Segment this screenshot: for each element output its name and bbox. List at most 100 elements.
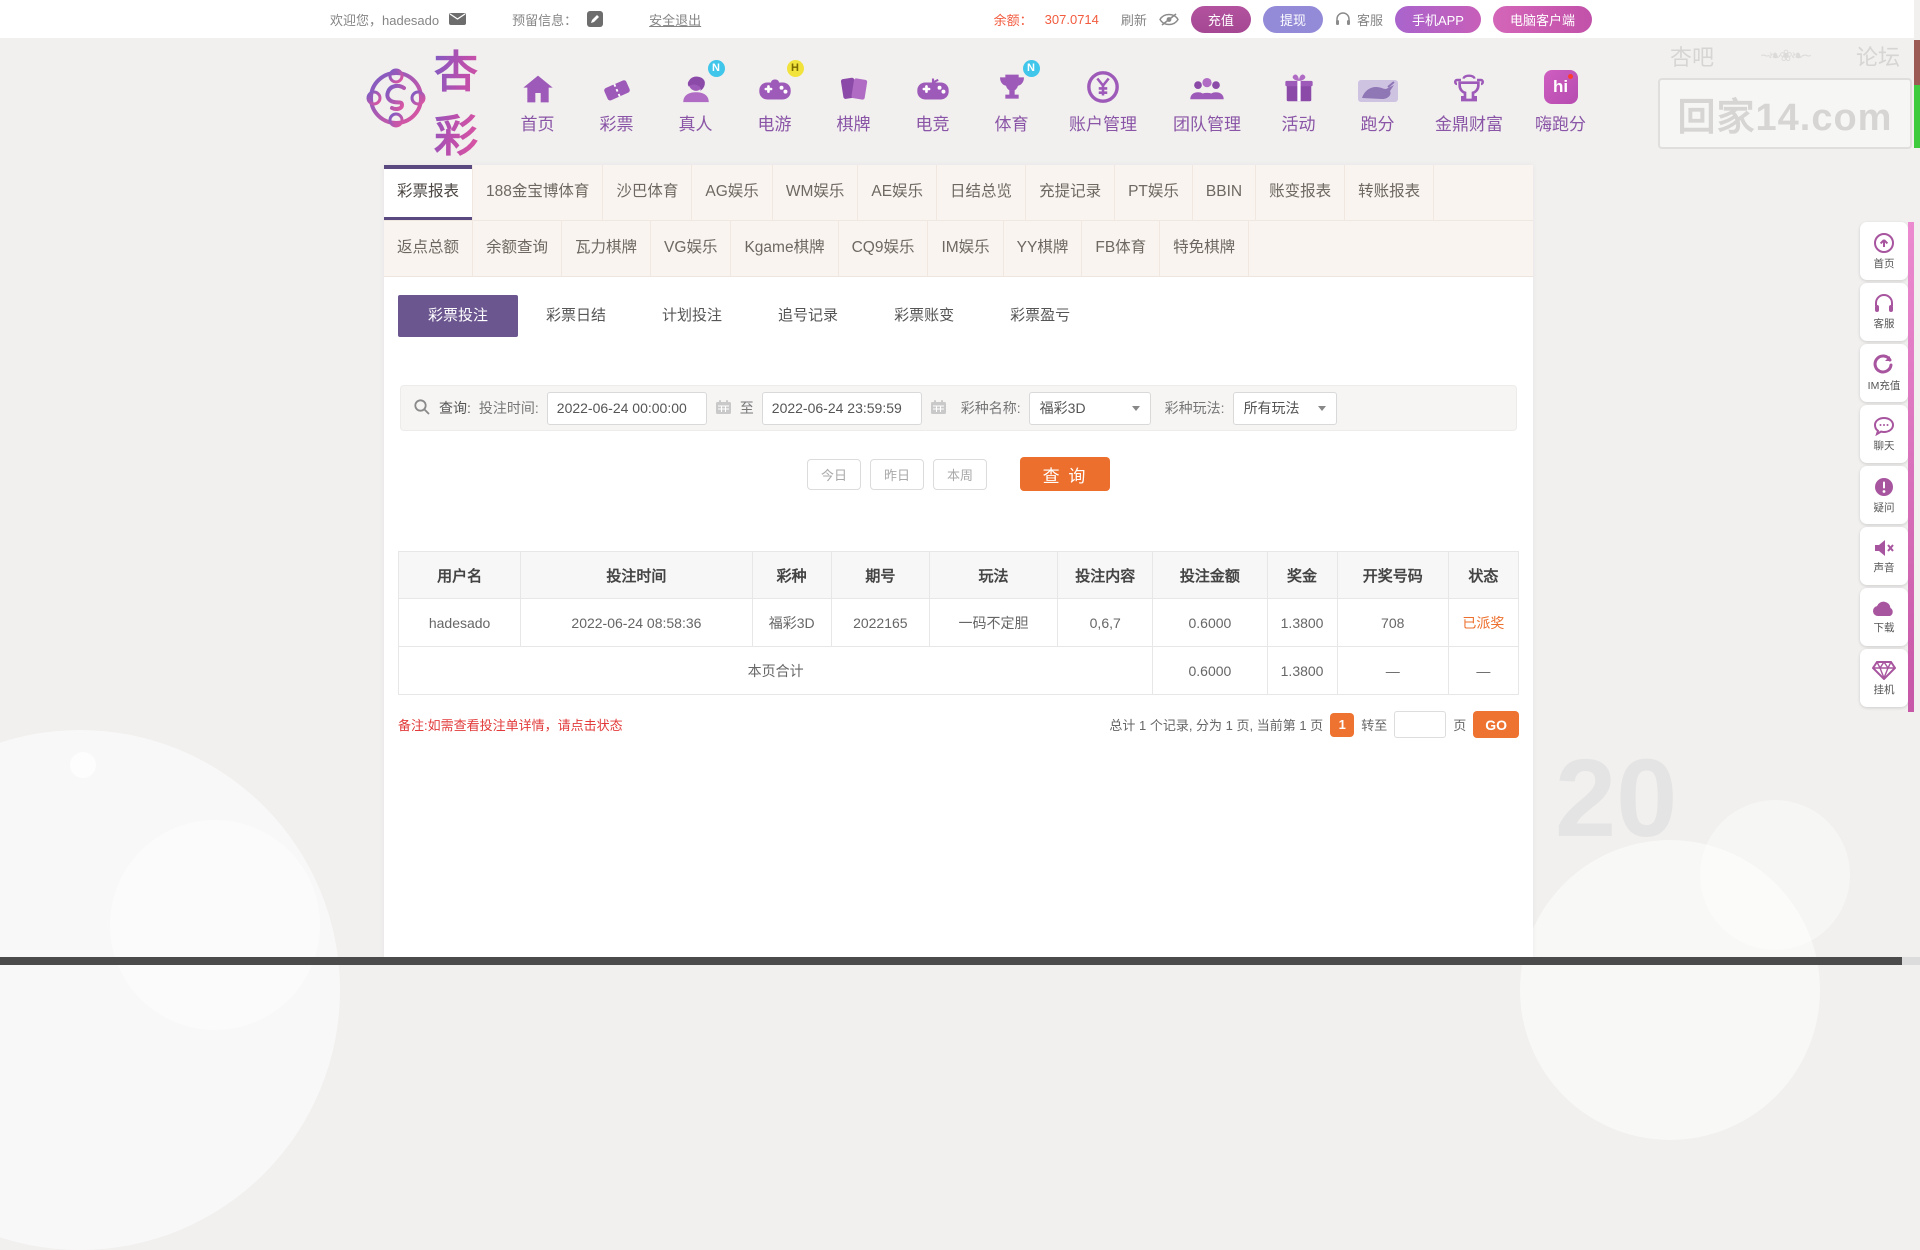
- tab-ae[interactable]: AE娱乐: [858, 165, 937, 220]
- calendar-icon[interactable]: [715, 399, 732, 418]
- table-row: hadesado 2022-06-24 08:58:36 福彩3D 202216…: [399, 599, 1519, 647]
- subtab-lottery-daily[interactable]: 彩票日结: [518, 295, 634, 337]
- go-button[interactable]: GO: [1473, 711, 1519, 738]
- side-download[interactable]: 下载: [1860, 588, 1908, 646]
- nav-item-activity[interactable]: 活动: [1259, 66, 1338, 135]
- this-week-button[interactable]: 本周: [933, 459, 987, 490]
- query-button[interactable]: 查 询: [1020, 457, 1110, 491]
- tab-wm[interactable]: WM娱乐: [773, 165, 859, 220]
- nav-item-hi-paofen[interactable]: hi 嗨跑分: [1521, 66, 1600, 135]
- site-logo[interactable]: 杏彩: [366, 36, 480, 164]
- tab-ag[interactable]: AG娱乐: [692, 165, 772, 220]
- calendar-icon[interactable]: [930, 399, 947, 418]
- lottery-select[interactable]: 福彩3D: [1029, 392, 1151, 425]
- subtab-lottery-pnl[interactable]: 彩票盈亏: [982, 295, 1098, 337]
- logout-link[interactable]: 安全退出: [649, 10, 701, 29]
- tab-lottery-report[interactable]: 彩票报表: [384, 165, 473, 220]
- filter-bar: 查询: 投注时间: 至 彩种名称: 福彩3D 彩种玩法: 所有玩法: [400, 385, 1517, 431]
- recharge-button[interactable]: 充值: [1191, 6, 1251, 33]
- horizontal-scrollbar[interactable]: [0, 957, 1920, 965]
- bets-table: 用户名 投注时间 彩种 期号 玩法 投注内容 投注金额 奖金 开奖号码 状态 h…: [398, 551, 1519, 695]
- tab-balance-query[interactable]: 余额查询: [473, 221, 562, 276]
- home-icon: [522, 66, 554, 104]
- nav-item-paofen[interactable]: 跑分: [1338, 66, 1417, 135]
- side-im-recharge[interactable]: IM充值: [1860, 344, 1908, 402]
- tab-fb-sports[interactable]: FB体育: [1082, 221, 1160, 276]
- time-from-input[interactable]: [547, 392, 707, 425]
- edit-icon[interactable]: [587, 11, 603, 27]
- tab-188-sports[interactable]: 188金宝博体育: [473, 165, 603, 220]
- nav-item-lottery[interactable]: 彩票: [577, 66, 656, 135]
- side-question[interactable]: 疑问: [1860, 466, 1908, 524]
- nav-item-home[interactable]: 首页: [498, 66, 577, 135]
- bg-circle: [1700, 800, 1850, 950]
- mail-icon[interactable]: [449, 13, 466, 25]
- side-home[interactable]: 首页: [1860, 222, 1908, 280]
- subtab-chase-records[interactable]: 追号记录: [750, 295, 866, 337]
- side-sound[interactable]: 声音: [1860, 527, 1908, 585]
- nav-item-cards[interactable]: 棋牌: [814, 66, 893, 135]
- page-unit-label: 页: [1453, 715, 1466, 734]
- subtab-lottery-changes[interactable]: 彩票账变: [866, 295, 982, 337]
- nav-item-team[interactable]: 团队管理: [1155, 66, 1259, 135]
- gamepad-icon: H: [758, 66, 792, 104]
- tab-account-change[interactable]: 账变报表: [1256, 165, 1345, 220]
- vertical-scrollbar-segment[interactable]: [1914, 40, 1920, 85]
- badge-hot: H: [787, 60, 804, 77]
- badge-new: N: [1023, 60, 1040, 77]
- yesterday-button[interactable]: 昨日: [870, 459, 924, 490]
- table-summary-row: 本页合计 0.6000 1.3800 — —: [399, 647, 1519, 695]
- side-service[interactable]: 客服: [1860, 283, 1908, 341]
- tab-cq9[interactable]: CQ9娱乐: [839, 221, 929, 276]
- nav-item-slots[interactable]: H 电游: [735, 66, 814, 135]
- vertical-scrollbar[interactable]: [1914, 0, 1920, 965]
- page-number-input[interactable]: [1394, 711, 1446, 738]
- current-page-badge[interactable]: 1: [1330, 713, 1354, 737]
- reserved-info-label: 预留信息：: [512, 10, 577, 29]
- tab-daily-overview[interactable]: 日结总览: [937, 165, 1026, 220]
- nav-item-wealth[interactable]: 金鼎财富: [1417, 66, 1521, 135]
- side-afk[interactable]: 挂机: [1860, 649, 1908, 707]
- forum-watermark: 杏吧 ~❧❀❧~ 论坛 回家14.com: [1658, 40, 1912, 149]
- tab-kgame[interactable]: Kgame棋牌: [731, 221, 838, 276]
- subtab-lottery-bets[interactable]: 彩票投注: [398, 295, 518, 337]
- subtab-plan-bets[interactable]: 计划投注: [634, 295, 750, 337]
- summary-status: —: [1448, 647, 1518, 695]
- nav-label: 真人: [679, 110, 713, 135]
- tab-vg[interactable]: VG娱乐: [651, 221, 731, 276]
- report-panel: 彩票报表 188金宝博体育 沙巴体育 AG娱乐 WM娱乐 AE娱乐 日结总览 充…: [384, 165, 1533, 960]
- nav-label: 彩票: [600, 110, 634, 135]
- col-bet-content: 投注内容: [1058, 552, 1153, 599]
- tab-deposit-records[interactable]: 充提记录: [1026, 165, 1115, 220]
- mobile-app-button[interactable]: 手机APP: [1395, 6, 1481, 33]
- side-chat[interactable]: 聊天: [1860, 405, 1908, 463]
- nav-item-account[interactable]: 账户管理: [1051, 66, 1155, 135]
- watermark-site: 回家14.com: [1658, 78, 1912, 149]
- tab-rebate-total[interactable]: 返点总额: [384, 221, 473, 276]
- play-type-select[interactable]: 所有玩法: [1233, 392, 1337, 425]
- withdraw-button[interactable]: 提现: [1263, 6, 1323, 33]
- tab-bbin[interactable]: BBIN: [1193, 165, 1256, 220]
- status-link[interactable]: 已派奖: [1462, 615, 1504, 631]
- footnote: 备注:如需查看投注单详情，请点击状态: [398, 715, 623, 734]
- nav-item-live[interactable]: N 真人: [656, 66, 735, 135]
- tab-temian-cards[interactable]: 特免棋牌: [1160, 221, 1249, 276]
- horizontal-scrollbar-thumb[interactable]: [0, 957, 1902, 965]
- tab-saba-sports[interactable]: 沙巴体育: [603, 165, 692, 220]
- tab-pt[interactable]: PT娱乐: [1115, 165, 1193, 220]
- tab-transfer-report[interactable]: 转账报表: [1345, 165, 1434, 220]
- tab-yy-cards[interactable]: YY棋牌: [1004, 221, 1083, 276]
- service-link[interactable]: 客服: [1357, 10, 1383, 29]
- summary-bet-amount: 0.6000: [1153, 647, 1267, 695]
- pc-client-button[interactable]: 电脑客户端: [1493, 6, 1592, 33]
- watermark-right: 论坛: [1856, 40, 1900, 72]
- tab-wali-cards[interactable]: 瓦力棋牌: [562, 221, 651, 276]
- eye-slash-icon[interactable]: [1159, 13, 1179, 26]
- nav-item-esports[interactable]: 电竞: [893, 66, 972, 135]
- today-button[interactable]: 今日: [807, 459, 861, 490]
- tab-im[interactable]: IM娱乐: [928, 221, 1003, 276]
- nav-item-sports[interactable]: N 体育: [972, 66, 1051, 135]
- vertical-scrollbar-thumb[interactable]: [1914, 85, 1920, 148]
- time-to-input[interactable]: [762, 392, 922, 425]
- refresh-link[interactable]: 刷新: [1121, 10, 1147, 29]
